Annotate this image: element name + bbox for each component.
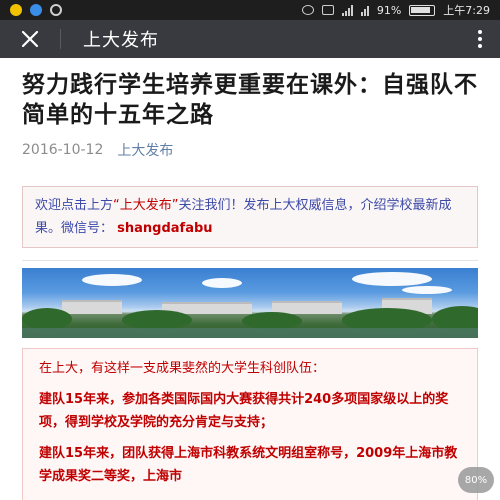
publish-date: 2016-10-12 xyxy=(22,142,104,158)
paragraph-3: 建队15年来，团队获得上海市科教系统文明组室称号，2009年上海市教学成果奖二等… xyxy=(39,446,458,484)
app-bar: 上大发布 xyxy=(0,20,500,58)
close-icon xyxy=(21,30,39,48)
floating-badge[interactable]: 80% xyxy=(458,467,494,493)
campus-photo[interactable] xyxy=(22,268,478,338)
article-meta: 2016-10-12 上大发布 xyxy=(22,140,478,160)
status-left xyxy=(10,4,62,16)
wifi-signal-icon xyxy=(360,4,369,16)
alarm-icon xyxy=(301,5,314,15)
paragraph-2: 建队15年来，参加各类国际国内大赛获得共计240多项国家级以上的奖项，得到学校及… xyxy=(39,392,449,430)
app-notification-icon xyxy=(30,4,42,16)
notification-icon xyxy=(10,4,22,16)
page-title: 上大发布 xyxy=(83,30,159,51)
notice-text-1: 欢迎点击上方 xyxy=(35,198,114,213)
battery-percent: 91% xyxy=(376,3,402,17)
status-right: 91% 上午7:29 xyxy=(301,2,490,18)
clock: 上午7:29 xyxy=(443,4,490,17)
signal-icon xyxy=(341,4,353,16)
divider xyxy=(22,260,478,261)
battery-icon xyxy=(409,4,436,16)
more-vertical-icon xyxy=(478,30,482,48)
status-bar: 91% 上午7:29 xyxy=(0,0,500,20)
notice-account-name: “上大发布” xyxy=(113,198,179,213)
article: 努力践行学生培养更重要在课外：自强队不简单的十五年之路 2016-10-12 上… xyxy=(22,58,478,500)
close-button[interactable] xyxy=(0,20,60,58)
paragraph-1: 在上大，有这样一支成果斐然的大学生科创队伍： xyxy=(39,361,326,376)
eye-icon xyxy=(321,5,334,15)
wechat-id: shangdafabu xyxy=(117,221,213,236)
more-button[interactable] xyxy=(460,20,500,58)
app-bar-divider xyxy=(60,29,61,49)
article-title: 努力践行学生培养更重要在课外：自强队不简单的十五年之路 xyxy=(22,72,478,128)
article-body: 在上大，有这样一支成果斐然的大学生科创队伍： 建队15年来，参加各类国际国内大赛… xyxy=(22,348,478,500)
account-link[interactable]: 上大发布 xyxy=(117,140,173,160)
follow-notice: 欢迎点击上方“上大发布”关注我们！发布上大权威信息，介绍学校最新成果。微信号： … xyxy=(22,186,478,248)
sync-icon xyxy=(50,4,62,16)
